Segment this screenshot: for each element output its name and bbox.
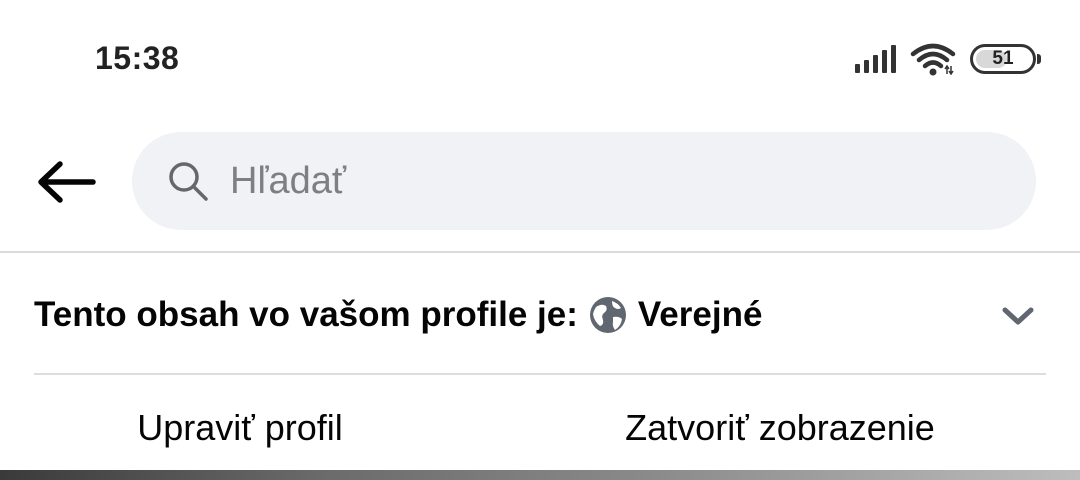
privacy-divider [34,373,1046,375]
edit-profile-button[interactable]: Upraviť profil [60,390,420,466]
search-icon [164,157,212,205]
status-bar: 15:38 51 [0,0,1080,120]
header-divider [0,251,1080,253]
privacy-value: Verejné [637,295,763,334]
signal-icon [855,45,896,73]
privacy-label: Tento obsah vo vašom profile je: [34,295,578,334]
battery-level: 51 [992,48,1014,69]
search-input[interactable] [230,159,1010,203]
back-arrow-icon [38,161,96,203]
search-box[interactable] [132,132,1036,230]
privacy-selector[interactable]: Tento obsah vo vašom profile je: Verejné [34,280,1046,350]
search-header [0,132,1080,232]
close-view-button[interactable]: Zatvoriť zobrazenie [590,390,970,466]
back-button[interactable] [30,152,102,212]
battery-icon: 51 [970,44,1041,74]
status-time: 15:38 [95,40,180,76]
content-preview-strip [0,470,1080,480]
status-icons: 51 [855,42,1041,76]
action-bar: Upraviť profil Zatvoriť zobrazenie [0,390,1080,466]
wifi-icon [910,42,956,76]
globe-icon [588,295,628,335]
screen: 15:38 51 Hľadať Tento obsah vo vašom pro… [0,0,1080,480]
chevron-down-icon[interactable] [1000,298,1036,334]
